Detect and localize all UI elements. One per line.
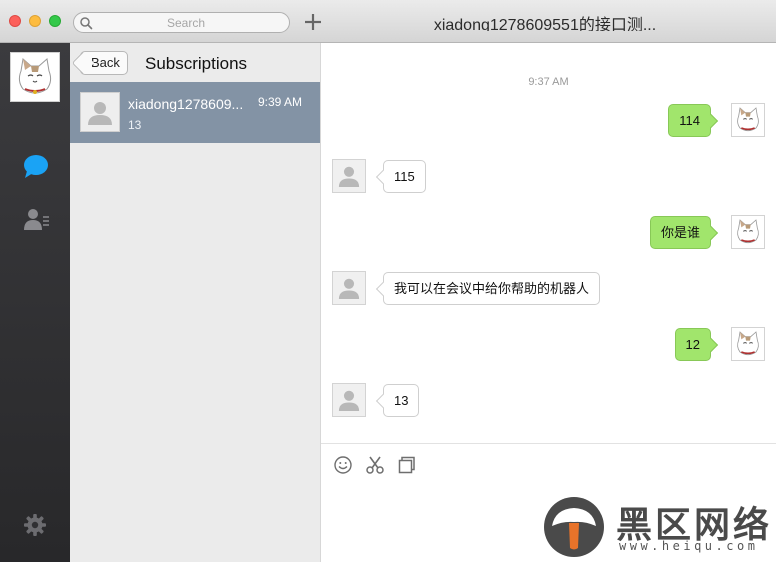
subscription-item-selected[interactable]: xiadong1278609... 9:39 AM 13 [70, 82, 320, 143]
subscription-name: xiadong1278609... [128, 96, 244, 112]
message-bubble-sent: 12 [674, 328, 711, 361]
self-avatar [731, 327, 765, 361]
panel-title: Subscriptions [145, 54, 248, 73]
message-bubble-received: 13 [383, 384, 420, 417]
contact-avatar [332, 159, 366, 193]
message-bubble-sent: 114 [668, 104, 711, 137]
subscription-time: 9:39 AM [258, 95, 303, 109]
cat-avatar-icon [737, 219, 759, 244]
message-bubble-received: 我可以在会议中给你帮助的机器人 [383, 272, 601, 305]
close-window-button[interactable] [9, 15, 21, 27]
message-timestamp: 9:37 AM [528, 76, 569, 88]
self-avatar [731, 215, 765, 249]
mushroom-logo-icon [544, 497, 604, 557]
cat-avatar-icon [18, 58, 52, 94]
message-input[interactable] [331, 484, 531, 554]
title-bar: xiadong1278609551的接口测... [0, 0, 776, 43]
window-title: xiadong1278609551的接口测... [433, 17, 657, 31]
message-bubble-received: 115 [383, 160, 426, 193]
watermark-url: www.heiqu.com [619, 539, 759, 553]
default-user-icon [338, 166, 360, 187]
search-icon [80, 17, 93, 30]
search-box[interactable] [73, 12, 290, 33]
message-bubble-sent: 你是谁 [649, 216, 711, 249]
chat-bubble-icon[interactable] [22, 152, 50, 180]
plus-icon[interactable] [302, 11, 324, 33]
chat-area: 9:37 AM 114 115 你是谁 我可以在会议中给你帮助的机器人 12 1… [321, 43, 776, 443]
avatar [80, 92, 120, 132]
subscription-preview: 13 [128, 118, 142, 132]
zoom-window-button[interactable] [49, 15, 61, 27]
back-button[interactable]: Back [80, 51, 128, 75]
scissors-icon[interactable] [365, 455, 385, 475]
smiley-icon[interactable] [333, 455, 353, 475]
gear-icon[interactable] [23, 513, 47, 537]
contact-avatar [332, 271, 366, 305]
contact-avatar [332, 383, 366, 417]
default-user-icon [338, 390, 360, 411]
self-avatar [731, 103, 765, 137]
user-avatar[interactable] [10, 52, 60, 102]
nav-sidebar [0, 43, 70, 562]
minimize-window-button[interactable] [29, 15, 41, 27]
default-user-icon [88, 102, 112, 125]
default-user-icon [338, 278, 360, 299]
subscriptions-panel: Back Subscriptions xiadong1278609... 9:3… [70, 43, 321, 562]
cat-avatar-icon [737, 107, 759, 132]
contacts-icon[interactable] [22, 206, 50, 234]
cat-avatar-icon [737, 331, 759, 356]
search-input[interactable] [96, 14, 276, 31]
site-watermark: 黑区网络 www.heiqu.com [543, 496, 773, 558]
files-icon[interactable] [397, 455, 417, 475]
